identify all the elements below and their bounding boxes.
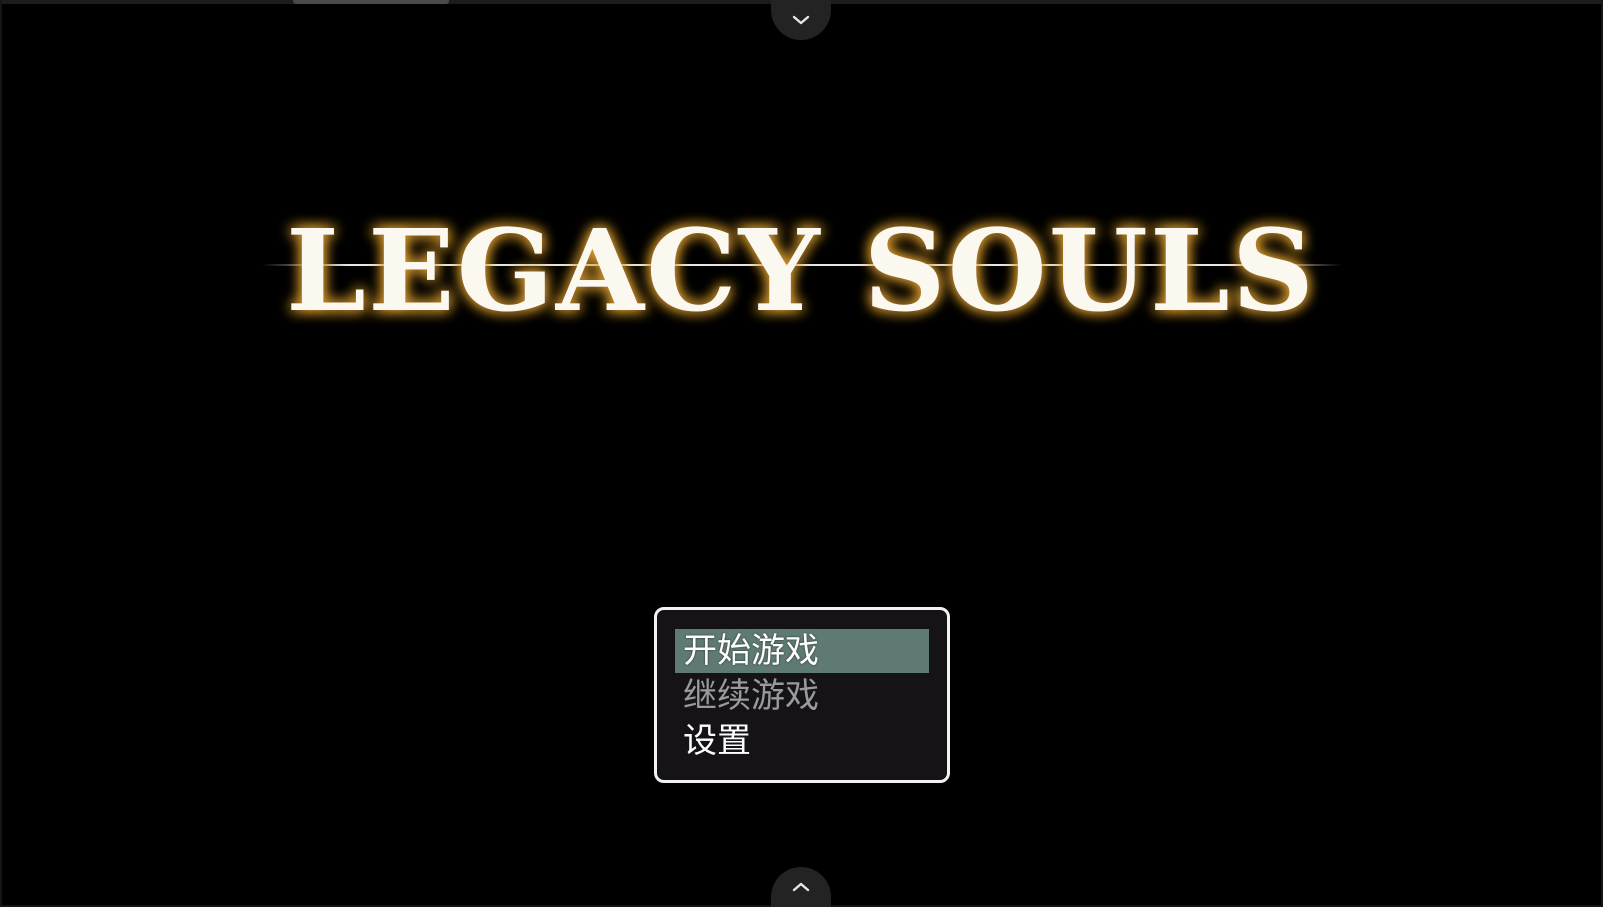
chevron-up-icon [792,882,810,892]
menu-item-new-game[interactable]: 开始游戏 [675,629,929,673]
game-title-logo: LEGACY SOULS [0,190,1603,330]
expand-bottom-tab-button[interactable] [771,867,831,907]
game-screen: LEGACY SOULS 开始游戏 继续游戏 设置 [0,0,1603,907]
menu-item-settings[interactable]: 设置 [675,719,929,763]
menu-item-continue[interactable]: 继续游戏 [675,674,929,718]
left-edge [0,0,2,907]
title-menu-window: 开始游戏 继续游戏 设置 [654,607,950,783]
chevron-down-icon [792,15,810,25]
collapse-top-tab-button[interactable] [771,0,831,40]
top-frame-indicator [293,0,449,4]
title-text: LEGACY SOULS [286,206,1316,330]
